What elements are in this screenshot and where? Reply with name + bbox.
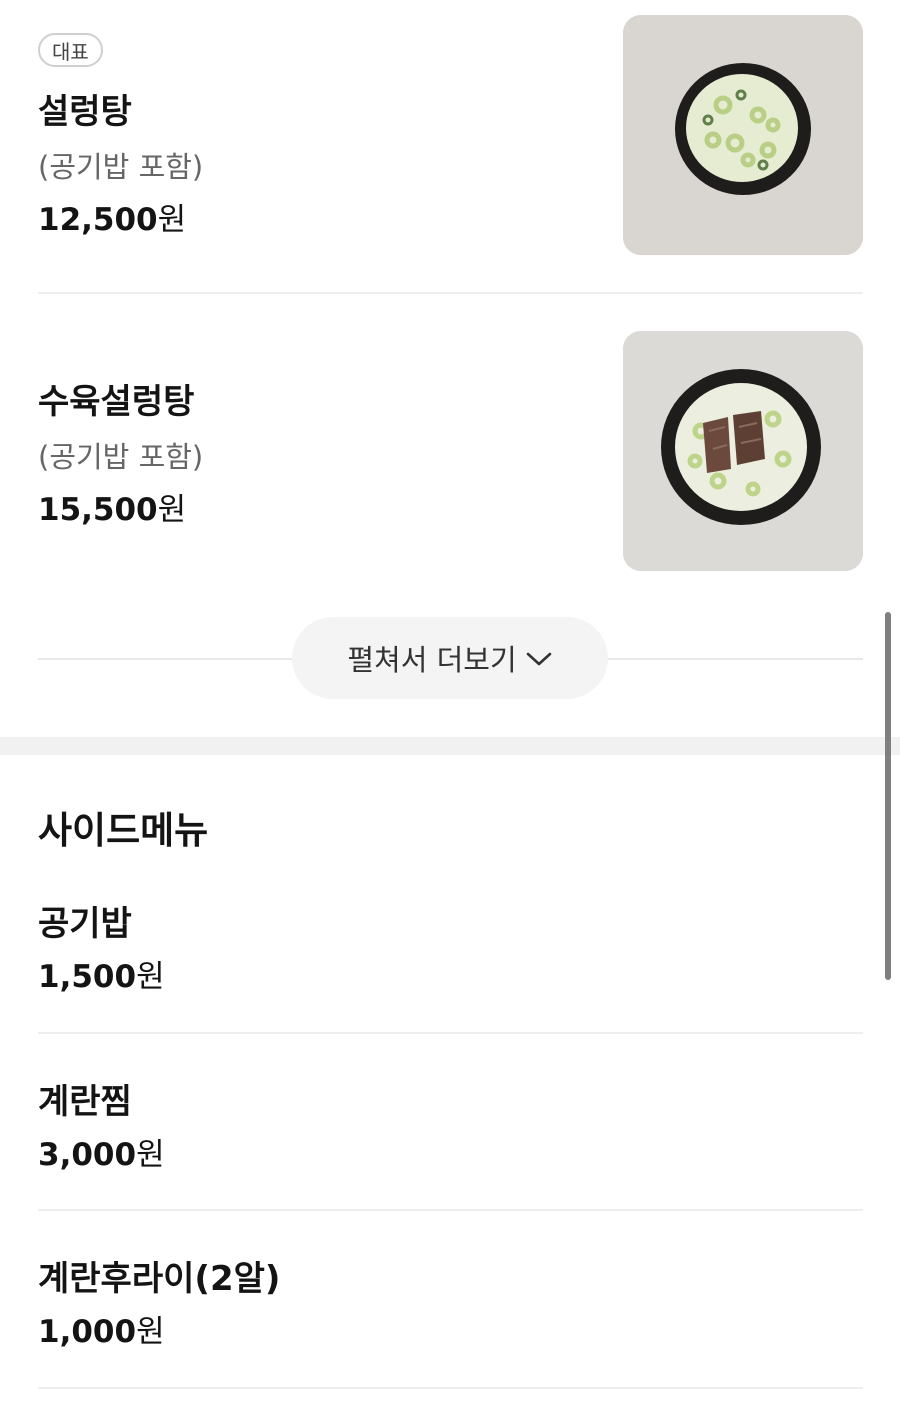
expand-more-button[interactable]: 펼쳐서 더보기 [292, 617, 608, 699]
price-number: 1,000 [38, 1314, 137, 1350]
price-number: 15,500 [38, 492, 158, 528]
side-item-price: 1,500원 [38, 951, 165, 996]
price-unit: 원 [136, 1314, 165, 1350]
expand-more-label: 펼쳐서 더보기 [347, 643, 517, 677]
side-item-name: 계란후라이(2알) [38, 1259, 281, 1299]
suyuk-seolleongtang-photo [623, 331, 863, 571]
chevron-down-icon [525, 641, 553, 675]
section-separator [0, 737, 900, 755]
price-number: 12,500 [38, 202, 158, 238]
expand-more-row: 펼쳐서 더보기 [38, 617, 863, 699]
price-number: 3,000 [38, 1137, 137, 1173]
menu-item-seolleongtang[interactable]: 대표 설렁탕 (공기밥 포함) 12,500원 [38, 0, 863, 292]
side-item-price: 1,000원 [38, 1306, 165, 1351]
seolleongtang-photo [623, 15, 863, 255]
menu-item-description: (공기밥 포함) [38, 440, 204, 474]
menu-item-price: 15,500원 [38, 484, 186, 529]
price-unit: 원 [157, 492, 187, 528]
side-item-price: 3,000원 [38, 1129, 165, 1174]
price-unit: 원 [136, 1137, 165, 1173]
signature-badge: 대표 [38, 33, 103, 67]
price-unit: 원 [157, 202, 187, 238]
side-item-rice[interactable]: 공기밥 1,500원 [38, 860, 863, 1032]
menu-item-name: 수육설렁탕 [38, 382, 195, 422]
item-divider [38, 1387, 863, 1389]
seolleongtang-image [623, 15, 863, 255]
suyuk-seolleongtang-image [623, 331, 863, 571]
side-item-name: 공기밥 [38, 904, 132, 944]
menu-item-description: (공기밥 포함) [38, 150, 204, 184]
side-item-fried-egg[interactable]: 계란후라이(2알) 1,000원 [38, 1211, 863, 1386]
price-unit: 원 [136, 959, 165, 995]
side-item-name: 계란찜 [38, 1082, 132, 1122]
side-menu-title: 사이드메뉴 [38, 809, 209, 852]
vertical-scrollbar[interactable] [885, 612, 891, 980]
menu-page: 대표 설렁탕 (공기밥 포함) 12,500원 수육설렁탕 (공기밥 포함) 1… [0, 0, 900, 1415]
price-number: 1,500 [38, 959, 137, 995]
side-item-steamed-egg[interactable]: 계란찜 3,000원 [38, 1034, 863, 1209]
menu-item-price: 12,500원 [38, 194, 186, 239]
menu-item-suyuk-seolleongtang[interactable]: 수육설렁탕 (공기밥 포함) 15,500원 [38, 294, 863, 594]
menu-item-name: 설렁탕 [38, 92, 132, 132]
